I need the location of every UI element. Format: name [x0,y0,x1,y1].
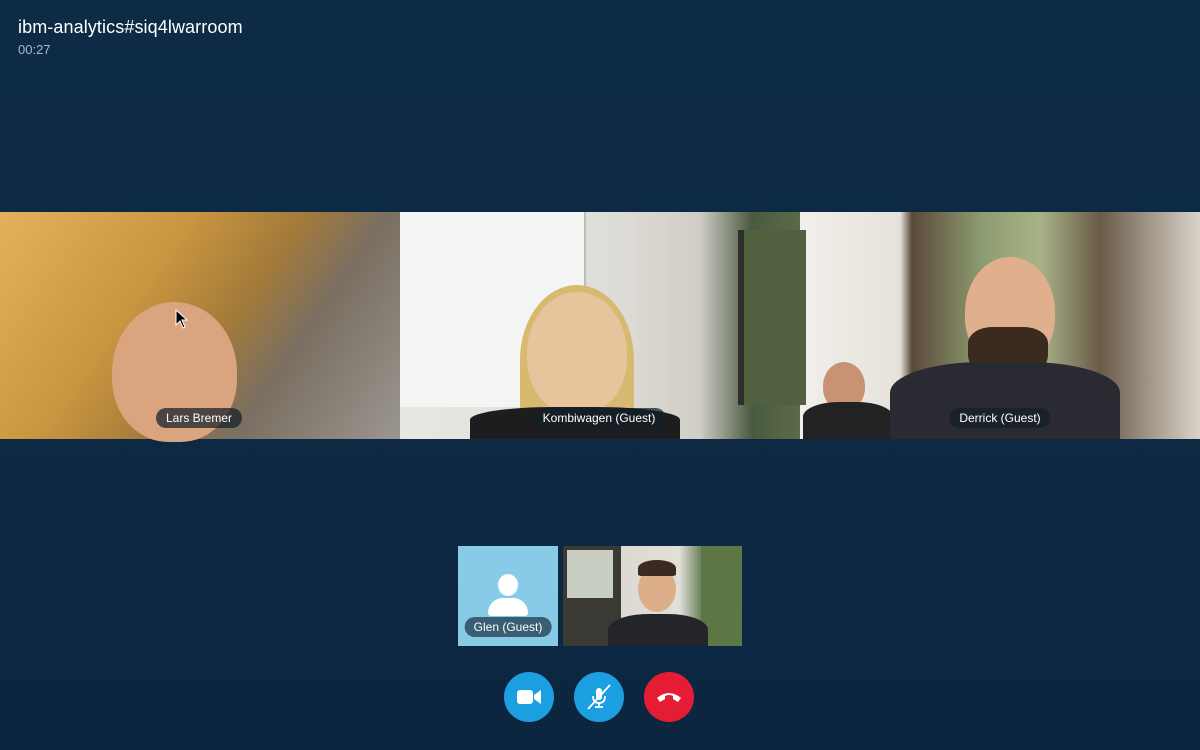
microphone-muted-icon [587,684,611,710]
window [567,550,613,598]
participant-name-label: Kombiwagen (Guest) [532,408,666,428]
call-header: ibm-analytics#siq4lwarroom 00:27 [18,17,243,57]
call-controls [504,672,694,722]
participant-name-label: Derrick (Guest) [949,408,1051,428]
secondary-video-strip: Glen (Guest) [458,546,742,646]
toggle-mute-button[interactable] [574,672,624,722]
person-avatar-icon [488,598,528,616]
participant-figure [527,292,627,414]
participant-figure [803,402,893,439]
participant-figure [608,614,708,646]
window [738,230,806,405]
end-call-button[interactable] [644,672,694,722]
video-camera-icon [517,690,541,704]
participant-name-label: Glen (Guest) [464,617,552,637]
person-avatar-icon [498,574,518,596]
participant-avatar-glen[interactable]: Glen (Guest) [458,546,558,646]
participant-figure [638,560,676,576]
mouse-pointer-icon [175,309,189,329]
call-title: ibm-analytics#siq4lwarroom [18,17,243,37]
call-timer: 00:27 [18,42,51,57]
end-call-icon [657,693,681,702]
self-preview-video[interactable] [563,546,742,646]
toggle-video-button[interactable] [504,672,554,722]
participant-name-label: Lars Bremer [155,408,243,428]
